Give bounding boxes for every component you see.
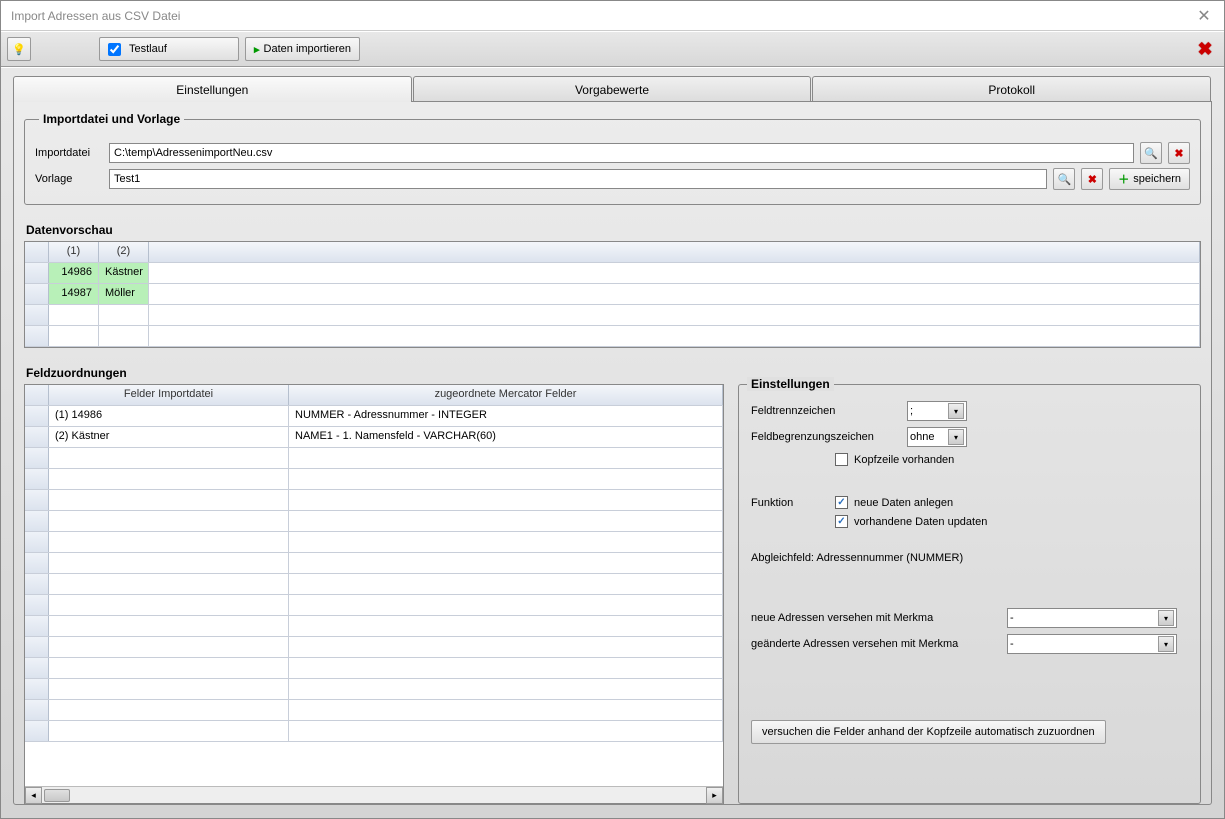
function-label: Funktion xyxy=(751,497,829,509)
toolbar: 💡 Testlauf ▸ Daten importieren ✖ xyxy=(1,31,1224,67)
fieldmap-row-empty xyxy=(25,553,723,574)
dropdown-icon: ▾ xyxy=(1158,610,1174,626)
delete-icon: ✖ xyxy=(1088,173,1097,186)
import-file-clear-button[interactable]: ✖ xyxy=(1168,142,1190,164)
checkbox-icon: ✓ xyxy=(835,496,848,509)
fieldmap-row-empty xyxy=(25,637,723,658)
header-checkbox[interactable]: Kopfzeile vorhanden xyxy=(835,453,954,466)
fieldmap-title: Feldzuordnungen xyxy=(26,366,1201,380)
scroll-thumb[interactable] xyxy=(44,789,70,802)
template-row: Vorlage 🔍 ✖ ＋ speichern xyxy=(35,168,1190,190)
hint-button[interactable]: 💡 xyxy=(7,37,31,61)
fieldmap-row-empty xyxy=(25,595,723,616)
auto-assign-button[interactable]: versuchen die Felder anhand der Kopfzeil… xyxy=(751,720,1106,744)
scroll-left-button[interactable]: ◂ xyxy=(25,787,42,804)
import-file-input[interactable] xyxy=(109,143,1134,163)
tab-bar: Einstellungen Vorgabewerte Protokoll xyxy=(13,76,1212,102)
preview-grid[interactable]: (1)(2)14986Kästner14987Möller xyxy=(24,241,1201,348)
tab-protokoll[interactable]: Protokoll xyxy=(812,76,1211,102)
import-file-label: Importdatei xyxy=(35,147,103,159)
fieldmap-row-empty xyxy=(25,511,723,532)
func-new-checkbox[interactable]: ✓ neue Daten anlegen xyxy=(835,496,953,509)
dropdown-icon: ▾ xyxy=(948,403,964,419)
delimiter-label: Feldbegrenzungszeichen xyxy=(751,431,901,443)
fieldmap-hscroll[interactable]: ◂ ▸ xyxy=(25,786,723,803)
window-title: Import Adressen aus CSV Datei xyxy=(11,9,1194,23)
preview-row[interactable]: 14987Möller xyxy=(25,284,1200,305)
separator-combo[interactable]: ; ▾ xyxy=(907,401,967,421)
fieldmap-row-empty xyxy=(25,574,723,595)
fieldmap-row-empty xyxy=(25,721,723,742)
checkbox-icon: ✓ xyxy=(835,515,848,528)
changed-merkmal-label: geänderte Adressen versehen mit Merkma xyxy=(751,638,1001,650)
close-icon: ✖ xyxy=(1197,39,1212,60)
window: Import Adressen aus CSV Datei ✕ 💡 Testla… xyxy=(0,0,1225,819)
preview-row-empty xyxy=(25,326,1200,347)
separator-label: Feldtrennzeichen xyxy=(751,405,901,417)
import-group: Importdatei und Vorlage Importdatei 🔍 ✖ … xyxy=(24,112,1201,205)
changed-merkmal-combo[interactable]: - ▾ xyxy=(1007,634,1177,654)
settings-box: Einstellungen Feldtrennzeichen ; ▾ Feldb… xyxy=(738,384,1201,804)
fieldmap-row[interactable]: (1) 14986NUMMER - Adressnummer - INTEGER xyxy=(25,406,723,427)
new-merkmal-label: neue Adressen versehen mit Merkma xyxy=(751,612,1001,624)
fieldmap-column: Felder Importdateizugeordnete Mercator F… xyxy=(24,384,724,804)
testlauf-label: Testlauf xyxy=(129,43,167,55)
delete-icon: ✖ xyxy=(1174,147,1183,160)
fieldmap-row-empty xyxy=(25,469,723,490)
import-file-browse-button[interactable]: 🔍 xyxy=(1140,142,1162,164)
fieldmap-row-empty xyxy=(25,532,723,553)
import-label: Daten importieren xyxy=(264,43,351,55)
toolbar-close-button[interactable]: ✖ xyxy=(1192,36,1218,62)
template-save-button[interactable]: ＋ speichern xyxy=(1109,168,1190,190)
settings-column: Einstellungen Feldtrennzeichen ; ▾ Feldb… xyxy=(738,384,1201,804)
tab-vorgabewerte[interactable]: Vorgabewerte xyxy=(413,76,812,102)
import-group-title: Importdatei und Vorlage xyxy=(39,112,184,126)
matchfield-label: Abgleichfeld: Adressennummer (NUMMER) xyxy=(751,552,963,564)
checkbox-icon xyxy=(835,453,848,466)
search-icon: 🔍 xyxy=(1144,147,1158,160)
dropdown-icon: ▾ xyxy=(948,429,964,445)
testlauf-toggle[interactable]: Testlauf xyxy=(99,37,239,61)
fieldmap-row-empty xyxy=(25,448,723,469)
scroll-right-button[interactable]: ▸ xyxy=(706,787,723,804)
fieldmap-row-empty xyxy=(25,616,723,637)
search-icon: 🔍 xyxy=(1057,173,1071,186)
fieldmap-row-empty xyxy=(25,679,723,700)
import-data-button[interactable]: ▸ Daten importieren xyxy=(245,37,360,61)
delimiter-combo[interactable]: ohne ▾ xyxy=(907,427,967,447)
settings-title: Einstellungen xyxy=(747,377,834,391)
window-close-button[interactable]: ✕ xyxy=(1194,6,1214,26)
preview-title: Datenvorschau xyxy=(26,223,1201,237)
panel-einstellungen: Importdatei und Vorlage Importdatei 🔍 ✖ … xyxy=(13,101,1212,805)
preview-row-empty xyxy=(25,305,1200,326)
save-icon: ＋ xyxy=(1118,171,1129,187)
body: Einstellungen Vorgabewerte Protokoll Imp… xyxy=(1,67,1224,818)
func-update-checkbox[interactable]: ✓ vorhandene Daten updaten xyxy=(835,515,987,528)
import-file-row: Importdatei 🔍 ✖ xyxy=(35,142,1190,164)
lightbulb-icon: 💡 xyxy=(12,43,26,56)
preview-row[interactable]: 14986Kästner xyxy=(25,263,1200,284)
fieldmap-row-empty xyxy=(25,490,723,511)
template-label: Vorlage xyxy=(35,173,103,185)
testlauf-checkbox[interactable] xyxy=(108,43,121,56)
fieldmap-row-empty xyxy=(25,700,723,721)
titlebar: Import Adressen aus CSV Datei ✕ xyxy=(1,1,1224,31)
template-clear-button[interactable]: ✖ xyxy=(1081,168,1103,190)
template-input[interactable] xyxy=(109,169,1047,189)
split: Felder Importdateizugeordnete Mercator F… xyxy=(24,384,1201,804)
fieldmap-grid[interactable]: Felder Importdateizugeordnete Mercator F… xyxy=(24,384,724,804)
import-icon: ▸ xyxy=(254,43,260,56)
dropdown-icon: ▾ xyxy=(1158,636,1174,652)
new-merkmal-combo[interactable]: - ▾ xyxy=(1007,608,1177,628)
fieldmap-row-empty xyxy=(25,658,723,679)
tab-einstellungen[interactable]: Einstellungen xyxy=(13,76,412,102)
template-browse-button[interactable]: 🔍 xyxy=(1053,168,1075,190)
fieldmap-row[interactable]: (2) KästnerNAME1 - 1. Namensfeld - VARCH… xyxy=(25,427,723,448)
